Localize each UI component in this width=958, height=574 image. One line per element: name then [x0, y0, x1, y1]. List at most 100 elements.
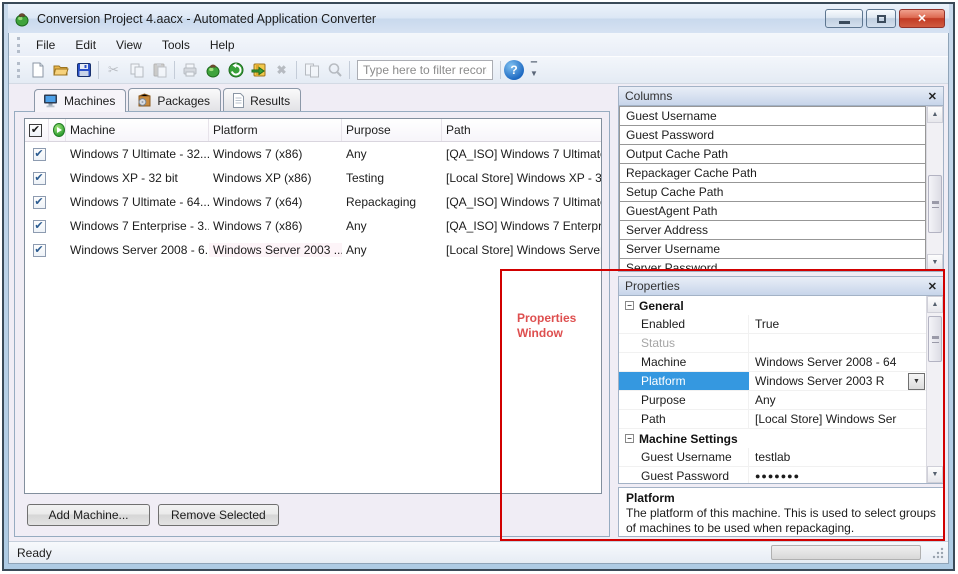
- property-row-purpose[interactable]: Purpose Any: [619, 391, 926, 410]
- export-package-button[interactable]: [247, 59, 270, 81]
- column-header-path[interactable]: Path: [442, 119, 601, 141]
- column-list-item[interactable]: Server Password: [619, 258, 926, 271]
- menubar-grip[interactable]: [17, 37, 22, 53]
- print-icon: [182, 62, 198, 78]
- properties-scrollbar: ▲ ▼: [926, 296, 943, 483]
- print-button[interactable]: [178, 59, 201, 81]
- maximize-button[interactable]: [866, 9, 896, 28]
- menu-help[interactable]: Help: [200, 35, 245, 55]
- status-text: Ready: [17, 546, 52, 560]
- row-checkbox[interactable]: ✔: [33, 196, 46, 209]
- cut-icon: ✂: [108, 62, 119, 78]
- column-list-item[interactable]: Guest Username: [619, 106, 926, 126]
- property-row-platform-selected[interactable]: Platform Windows Server 2003 R ▼: [619, 372, 926, 391]
- minimize-button[interactable]: [825, 9, 863, 28]
- tab-packages[interactable]: Packages: [128, 88, 221, 111]
- scroll-track[interactable]: [927, 123, 943, 254]
- delete-button[interactable]: ✖: [270, 59, 293, 81]
- refresh-button[interactable]: [224, 59, 247, 81]
- property-group-machine-settings[interactable]: − Machine Settings: [619, 429, 926, 448]
- paste-icon: [152, 62, 168, 78]
- duplicate-button[interactable]: [300, 59, 323, 81]
- columns-scrollbar: ▲ ▼: [926, 106, 943, 271]
- properties-panel-close-icon[interactable]: ✕: [928, 280, 937, 293]
- property-row-guest-username[interactable]: Guest Username testlab: [619, 448, 926, 467]
- run-converter-button[interactable]: [201, 59, 224, 81]
- scroll-down-icon[interactable]: ▼: [927, 466, 943, 483]
- property-row-status[interactable]: Status: [619, 334, 926, 353]
- open-project-button[interactable]: [49, 59, 72, 81]
- property-row-guest-password[interactable]: Guest Password ●●●●●●●: [619, 467, 926, 483]
- row-checkbox[interactable]: ✔: [33, 244, 46, 257]
- columns-panel-close-icon[interactable]: ✕: [928, 90, 937, 103]
- remove-selected-button[interactable]: Remove Selected: [158, 504, 279, 526]
- menu-tools[interactable]: Tools: [152, 35, 200, 55]
- tab-machines[interactable]: Machines: [34, 89, 126, 112]
- column-list-item[interactable]: GuestAgent Path: [619, 201, 926, 221]
- column-list-item[interactable]: Output Cache Path: [619, 144, 926, 164]
- paste-button[interactable]: [148, 59, 171, 81]
- select-all-checkbox[interactable]: ✔: [29, 124, 42, 137]
- menu-file[interactable]: File: [26, 35, 65, 55]
- resize-grip-icon[interactable]: [931, 546, 944, 559]
- app-body: File Edit View Tools Help ✂: [8, 33, 949, 564]
- machine-row[interactable]: ✔ Windows 7 Ultimate - 32... Windows 7 (…: [25, 142, 601, 166]
- close-button[interactable]: ✕: [899, 9, 945, 28]
- scroll-thumb[interactable]: [928, 316, 942, 362]
- toolbar-grip[interactable]: [17, 62, 22, 78]
- property-row-path[interactable]: Path [Local Store] Windows Ser: [619, 410, 926, 429]
- titlebar: Conversion Project 4.aacx - Automated Ap…: [8, 4, 949, 33]
- machine-row[interactable]: ✔ Windows 7 Enterprise - 3... Windows 7 …: [25, 214, 601, 238]
- column-list-item[interactable]: Server Address: [619, 220, 926, 240]
- column-list-item[interactable]: Server Username: [619, 239, 926, 259]
- columns-panel-title: Columns: [625, 89, 672, 103]
- collapse-icon[interactable]: −: [625, 301, 634, 310]
- row-checkbox[interactable]: ✔: [33, 148, 46, 161]
- row-checkbox[interactable]: ✔: [33, 220, 46, 233]
- machine-row[interactable]: ✔ Windows 7 Ultimate - 64... Windows 7 (…: [25, 190, 601, 214]
- menu-edit[interactable]: Edit: [65, 35, 106, 55]
- platform-dropdown-button[interactable]: ▼: [908, 373, 925, 390]
- column-header-purpose[interactable]: Purpose: [342, 119, 442, 141]
- column-list-item[interactable]: Setup Cache Path: [619, 182, 926, 202]
- cut-button[interactable]: ✂: [102, 59, 125, 81]
- machine-row[interactable]: ✔ Windows XP - 32 bit Windows XP (x86) T…: [25, 166, 601, 190]
- column-header-platform[interactable]: Platform: [209, 119, 342, 141]
- property-group-general[interactable]: − General: [619, 296, 926, 315]
- columns-panel-body: Guest Username Guest Password Output Cac…: [618, 106, 944, 272]
- main-content: Machines Packages Results: [9, 84, 948, 541]
- purpose-cell: Any: [342, 147, 442, 161]
- annotation-line-2: Window: [517, 326, 576, 341]
- property-name: Status: [619, 334, 749, 352]
- machine-row-selected[interactable]: ✔ Windows Server 2008 - 6... Windows Ser…: [25, 238, 601, 262]
- scroll-up-icon[interactable]: ▲: [927, 296, 943, 313]
- scroll-down-icon[interactable]: ▼: [927, 254, 943, 271]
- property-row-machine[interactable]: Machine Windows Server 2008 - 64: [619, 353, 926, 372]
- column-list-item[interactable]: Guest Password: [619, 125, 926, 145]
- collapse-icon[interactable]: −: [625, 434, 634, 443]
- scroll-track[interactable]: [927, 313, 943, 466]
- scroll-up-icon[interactable]: ▲: [927, 106, 943, 123]
- preview-button[interactable]: [323, 59, 346, 81]
- add-machine-button[interactable]: Add Machine...: [27, 504, 150, 526]
- new-document-icon: [30, 62, 46, 78]
- copy-button[interactable]: [125, 59, 148, 81]
- property-name: Purpose: [619, 391, 749, 409]
- save-project-button[interactable]: [72, 59, 95, 81]
- path-cell: [Local Store] Windows Server 2...: [442, 243, 601, 257]
- column-header-machine[interactable]: Machine: [66, 119, 209, 141]
- toolbar-overflow-button[interactable]: ▔▼: [528, 63, 540, 77]
- properties-panel-title: Properties: [625, 279, 680, 293]
- menu-view[interactable]: View: [106, 35, 152, 55]
- row-checkbox[interactable]: ✔: [33, 172, 46, 185]
- column-list-item[interactable]: Repackager Cache Path: [619, 163, 926, 183]
- status-column-header[interactable]: [49, 119, 66, 141]
- scroll-thumb[interactable]: [928, 175, 942, 233]
- filter-records-input[interactable]: [357, 60, 493, 80]
- help-button[interactable]: ?: [504, 60, 524, 80]
- properties-panel: Properties ✕ − General Enabled: [618, 276, 944, 484]
- tab-results[interactable]: Results: [223, 88, 301, 111]
- right-column: Columns ✕ Guest Username Guest Password …: [616, 84, 948, 541]
- property-row-enabled[interactable]: Enabled True: [619, 315, 926, 334]
- new-document-button[interactable]: [26, 59, 49, 81]
